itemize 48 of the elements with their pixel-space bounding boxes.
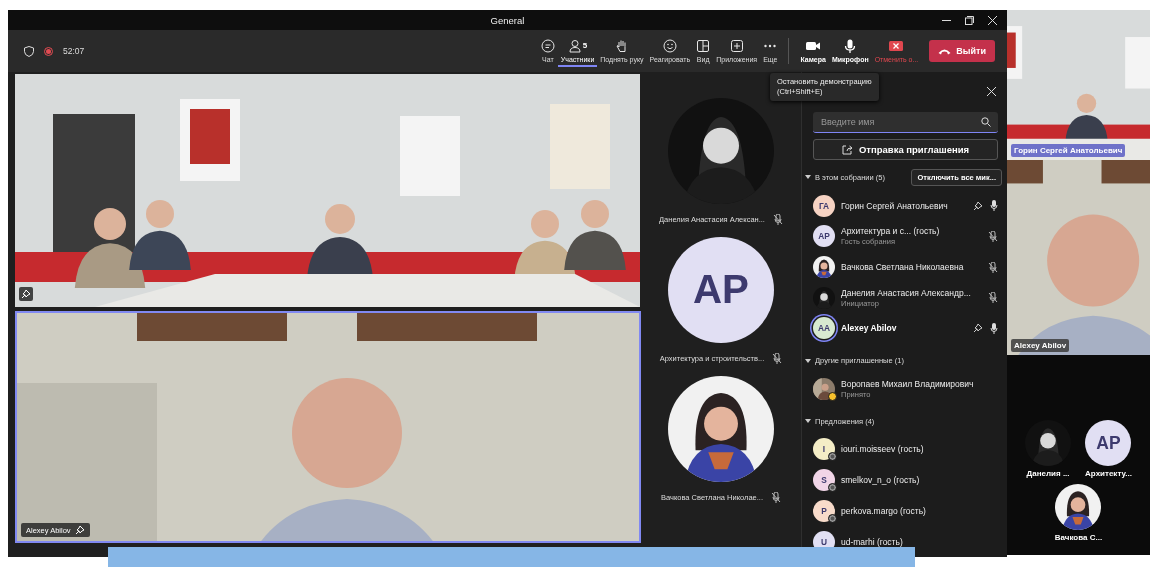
caret-icon: [805, 174, 811, 181]
avatar: AP: [668, 237, 774, 343]
participant-name: perkova.margo (гость): [841, 505, 926, 516]
avatar: AA: [813, 317, 835, 340]
leave-button[interactable]: Выйти: [929, 40, 995, 62]
avatar: S: [813, 469, 835, 492]
participant-name: iouri.moisseev (гость): [841, 444, 924, 455]
caret-icon: [805, 357, 811, 364]
participant-name: Alexey Abilov: [841, 323, 897, 334]
chat-icon: [540, 38, 555, 53]
close-panel-button[interactable]: [985, 85, 998, 99]
call-timer: 52:07: [63, 46, 85, 56]
pin-icon[interactable]: [973, 323, 983, 334]
maximize-icon[interactable]: [965, 15, 974, 25]
shield-icon: [24, 45, 34, 57]
caret-icon: [805, 418, 811, 425]
stop-sharing-icon: [888, 38, 905, 53]
hand-icon: [614, 38, 629, 53]
close-icon[interactable]: [988, 15, 997, 25]
participant-name: Горин Сергей Анатольевич: [841, 200, 948, 211]
phone-icon: [938, 47, 952, 55]
avatar: AP: [813, 225, 835, 248]
pin-icon[interactable]: [973, 200, 983, 211]
smiley-icon: [662, 38, 677, 53]
avatar: I: [813, 438, 835, 461]
participant-name: Вачкова С...: [1054, 533, 1103, 542]
participant-name: Данелия ...: [1026, 469, 1070, 478]
participant-name: Вачкова Светлана Николаевна: [841, 262, 964, 272]
participant-name-label: Alexey Abilov: [1011, 339, 1070, 352]
people-icon: [567, 38, 582, 53]
avatar: AP: [1085, 420, 1132, 466]
participant-name: smelkov_n_o (гость): [841, 475, 920, 486]
participant-name: Воропаев Михаил Владимирович: [841, 378, 974, 389]
search-icon: [981, 116, 991, 127]
avatar: P: [813, 499, 835, 522]
search-field[interactable]: Введите имя: [813, 111, 998, 133]
invite-button[interactable]: Отправка приглашения: [813, 138, 998, 161]
participant-name-label: Горин Сергей Анатольевич: [1011, 144, 1126, 157]
layout-icon: [696, 38, 711, 53]
participant-name: ud-marhi (гость): [841, 536, 903, 547]
participant-name: Архитектура и с... (гость): [841, 226, 940, 237]
avatar: ГА: [813, 194, 835, 217]
participant-name: Данелия Анастасия Александр...: [841, 287, 971, 298]
add-icon: [729, 38, 744, 53]
share-icon: [841, 144, 853, 155]
microphone-icon: [844, 38, 857, 53]
participant-name: Архитекту...: [1085, 469, 1132, 478]
window-title: General: [490, 14, 525, 26]
